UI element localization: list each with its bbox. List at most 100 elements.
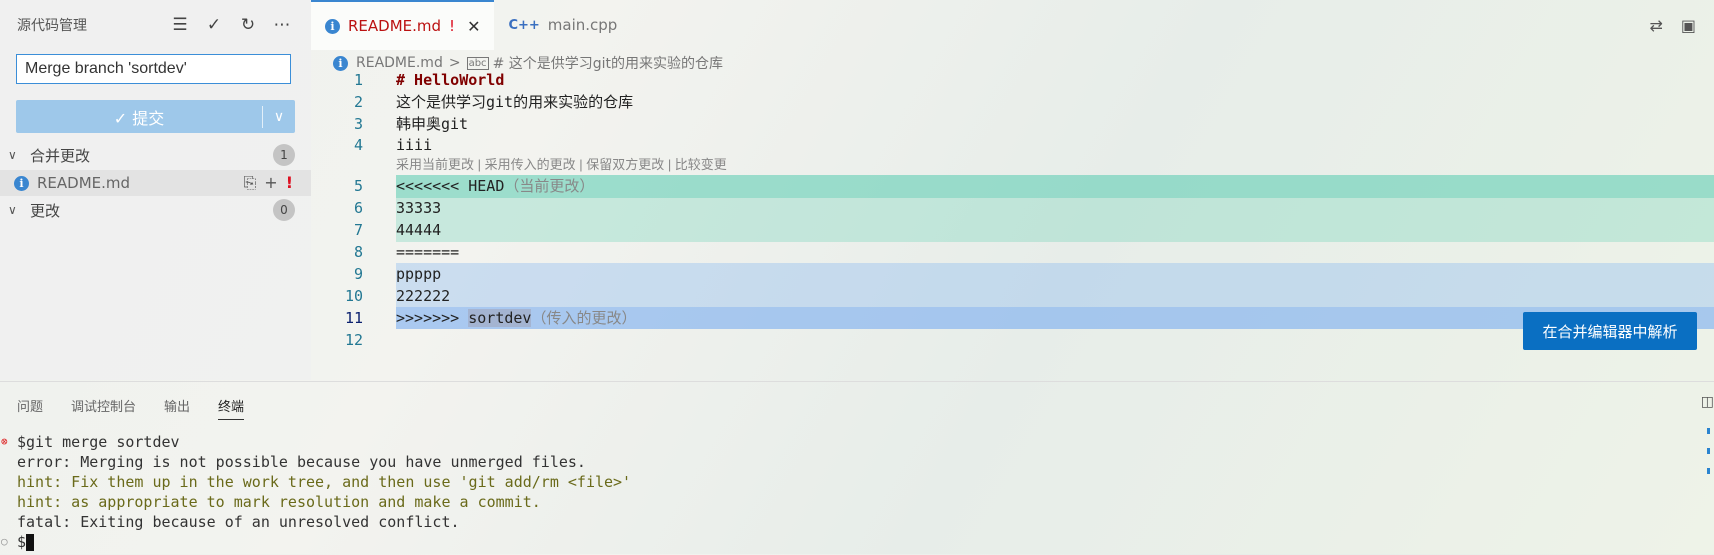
terminal-line: hint: Fix them up in the work tree, and … [0, 472, 631, 492]
open-changes-icon[interactable]: ⇄ [1649, 16, 1662, 35]
chevron-down-icon[interactable]: ∨ [8, 148, 24, 162]
line-number: 2 [353, 93, 363, 111]
changes-group[interactable]: ∨ 更改 0 [0, 197, 311, 223]
close-icon[interactable]: ✕ [467, 17, 480, 36]
tab-conflict-flag: ! [449, 17, 456, 35]
tab-problems[interactable]: 问题 [17, 396, 43, 420]
code-text[interactable]: 44444 [396, 218, 441, 242]
line-number: 9 [353, 265, 363, 283]
code-text[interactable]: 33333 [396, 196, 441, 220]
code-text[interactable]: # HelloWorld [396, 68, 504, 92]
changes-count-badge: 0 [273, 199, 295, 221]
terminal-scroll-markers [1707, 428, 1710, 508]
info-file-icon: i [14, 175, 29, 191]
terminal-line: fatal: Exiting because of an unresolved … [0, 512, 631, 532]
prompt-circle-icon: ○ [1, 535, 8, 548]
code-line: 10 222222 [311, 284, 1714, 308]
terminal-prompt: $ [17, 533, 27, 551]
tab-main-cpp-label[interactable]: main.cpp [548, 16, 618, 34]
code-line: 2 这个是供学习git的用来实验的仓库 [311, 90, 1714, 114]
line-number: 12 [344, 331, 363, 349]
merge-file-name[interactable]: README.md [37, 174, 243, 192]
commit-dropdown-chevron-icon[interactable]: ∨ [263, 109, 295, 125]
merge-changes-label: 合并更改 [30, 146, 91, 165]
sidebar-actions: ☰ ✓ ↻ ⋯ [169, 15, 293, 35]
terminal-text: fatal: Exiting because of an unresolved … [17, 513, 460, 531]
tab-readme[interactable]: i README.md ! ✕ [311, 0, 495, 50]
commit-button[interactable]: ✓ 提交 ∨ [16, 100, 295, 133]
merge-changes-count-badge: 1 [273, 144, 295, 166]
tab-readme-label[interactable]: README.md [348, 17, 441, 35]
code-line: 6 33333 [311, 196, 1714, 220]
terminal-text: $git merge sortdev [17, 433, 180, 451]
line-number: 11 [344, 309, 363, 327]
code-line: 5 <<<<<<< HEAD（当前更改） [311, 174, 1714, 198]
merge-file-row[interactable]: i README.md ⎘ + ! [0, 170, 311, 196]
editor-actions: ⇄ ▣ [1649, 16, 1696, 35]
sidebar-title: 源代码管理 [17, 18, 87, 34]
more-actions-icon[interactable]: ⋯ [271, 15, 293, 35]
commit-message-input[interactable] [16, 54, 291, 84]
line-number: 1 [353, 71, 363, 89]
terminal-line: ○ $ [0, 532, 631, 552]
code-text[interactable]: <<<<<<< HEAD（当前更改） [396, 174, 594, 198]
conflict-marker-incoming: >>>>>>> [396, 309, 469, 327]
selected-branch-name: sortdev [468, 309, 532, 327]
source-control-sidebar: 源代码管理 ☰ ✓ ↻ ⋯ ✓ 提交 ∨ ∨ 合并更改 1 i README.m… [0, 0, 311, 380]
sidebar-header: 源代码管理 ☰ ✓ ↻ ⋯ [0, 0, 311, 50]
code-line: 12 [311, 328, 1714, 352]
view-as-list-icon[interactable]: ☰ [169, 15, 191, 35]
terminal-output[interactable]: ⊗ $git merge sortdev error: Merging is no… [0, 432, 631, 552]
code-line: 8 ======= [311, 240, 1714, 264]
conflict-flag: ! [285, 173, 293, 192]
line-number: 8 [353, 243, 363, 261]
resolve-in-merge-editor-button[interactable]: 在合并编辑器中解析 [1523, 312, 1697, 350]
code-text[interactable]: ppppp [396, 262, 441, 286]
terminal-text: hint: as appropriate to mark resolution … [17, 493, 541, 511]
tab-main-cpp[interactable]: C++ main.cpp [494, 0, 631, 50]
terminal-line: error: Merging is not possible because y… [0, 452, 631, 472]
merge-codelens[interactable]: 采用当前更改 | 采用传入的更改 | 保留双方更改 | 比较变更 [396, 154, 727, 176]
chevron-down-icon[interactable]: ∨ [8, 203, 24, 217]
code-text[interactable]: ======= [396, 240, 459, 264]
code-editor[interactable]: 1 # HelloWorld 2 这个是供学习git的用来实验的仓库 3 韩申奥… [311, 71, 1714, 378]
line-number: 5 [353, 177, 363, 195]
conflict-marker-head: <<<<<<< HEAD [396, 177, 505, 195]
code-text[interactable]: 这个是供学习git的用来实验的仓库 [396, 90, 633, 114]
file-actions: ⎘ + ! [243, 173, 293, 193]
code-text[interactable]: >>>>>>> sortdev（传入的更改） [396, 306, 636, 330]
code-line: 1 # HelloWorld [311, 68, 1714, 92]
line-number: 6 [353, 199, 363, 217]
error-circle-icon[interactable]: ⊗ [1, 432, 8, 452]
code-line: 11 >>>>>>> sortdev（传入的更改） [311, 306, 1714, 330]
terminal-line: ⊗ $git merge sortdev [0, 432, 631, 452]
panel-tabs: 问题 调试控制台 输出 终端 [17, 396, 245, 420]
code-line: 7 44444 [311, 218, 1714, 242]
split-editor-icon[interactable]: ▣ [1681, 16, 1696, 35]
refresh-icon[interactable]: ↻ [237, 15, 259, 35]
current-change-hint: （当前更改） [504, 177, 595, 195]
open-file-icon[interactable]: ⎘ [243, 173, 256, 193]
info-file-icon: i [325, 18, 340, 34]
vscode-window: 源代码管理 ☰ ✓ ↻ ⋯ ✓ 提交 ∨ ∨ 合并更改 1 i README.m… [0, 0, 1714, 554]
tab-debug-console[interactable]: 调试控制台 [71, 396, 136, 420]
tab-terminal[interactable]: 终端 [218, 396, 245, 420]
code-text[interactable]: 222222 [396, 284, 450, 308]
split-terminal-icon[interactable]: ◫ [1701, 394, 1714, 410]
bottom-panel: 问题 调试控制台 输出 终端 ◫ ⊗ $git merge sortdev err… [0, 381, 1714, 555]
line-number: 7 [353, 221, 363, 239]
commit-button-label[interactable]: ✓ 提交 [16, 105, 262, 129]
stage-plus-icon[interactable]: + [264, 173, 277, 193]
terminal-text: error: Merging is not possible because y… [17, 453, 586, 471]
commit-check-icon[interactable]: ✓ [203, 15, 225, 35]
tab-output[interactable]: 输出 [164, 396, 190, 420]
terminal-line: hint: as appropriate to mark resolution … [0, 492, 631, 512]
terminal-text: hint: Fix them up in the work tree, and … [17, 473, 632, 491]
line-number: 4 [353, 136, 363, 154]
incoming-change-hint: （传入的更改） [531, 309, 637, 327]
editor-tabs: i README.md ! ✕ C++ main.cpp [311, 0, 1714, 50]
cpp-file-icon: C++ [508, 17, 540, 33]
line-number: 10 [344, 287, 363, 305]
code-line: 9 ppppp [311, 262, 1714, 286]
merge-changes-group[interactable]: ∨ 合并更改 1 [0, 142, 311, 168]
